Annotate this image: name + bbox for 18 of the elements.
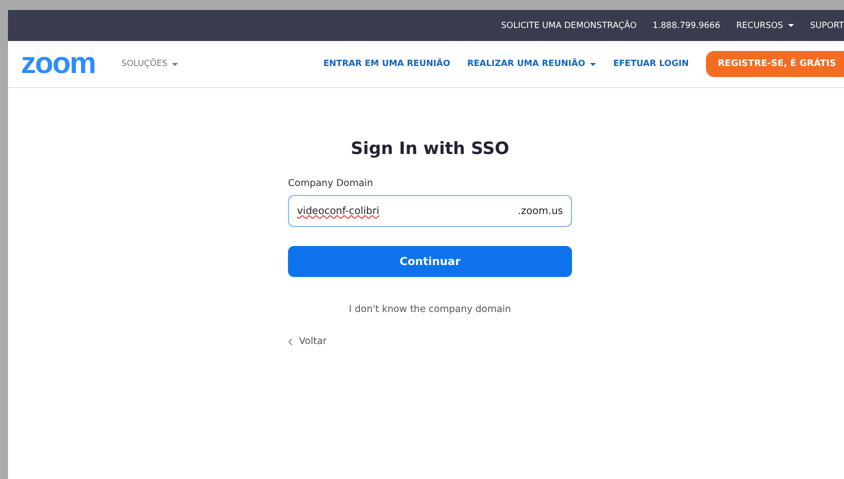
caret-icon: [788, 24, 794, 27]
nav-link[interactable]: ENTRAR EM UMA REUNIÃO: [323, 59, 450, 69]
caret-icon: [590, 62, 596, 66]
solutions-menu[interactable]: SOLUÇÕES: [121, 59, 178, 69]
chevron-left-icon: [288, 338, 293, 346]
help-link[interactable]: I don't know the company domain: [348, 304, 512, 315]
domain-input-field[interactable]: videoconf-colibri .zoom.us: [288, 195, 572, 227]
field-label: Company Domain: [288, 178, 374, 189]
page-title: Sign In with SSO: [350, 139, 510, 159]
back-link[interactable]: Voltar: [288, 336, 327, 347]
top-link[interactable]: RECURSOS: [736, 20, 794, 30]
top-link[interactable]: SOLICITE UMA DEMONSTRAÇÃO: [501, 20, 637, 30]
caret-icon: [172, 62, 178, 66]
nav-link[interactable]: EFETUAR LOGIN: [613, 59, 689, 69]
top-link[interactable]: SUPORT: [810, 20, 844, 30]
top-link[interactable]: 1.888.799.9666: [652, 20, 720, 30]
continue-button[interactable]: Continuar: [288, 246, 572, 277]
nav-link[interactable]: REALIZAR UMA REUNIÃO: [467, 59, 596, 69]
